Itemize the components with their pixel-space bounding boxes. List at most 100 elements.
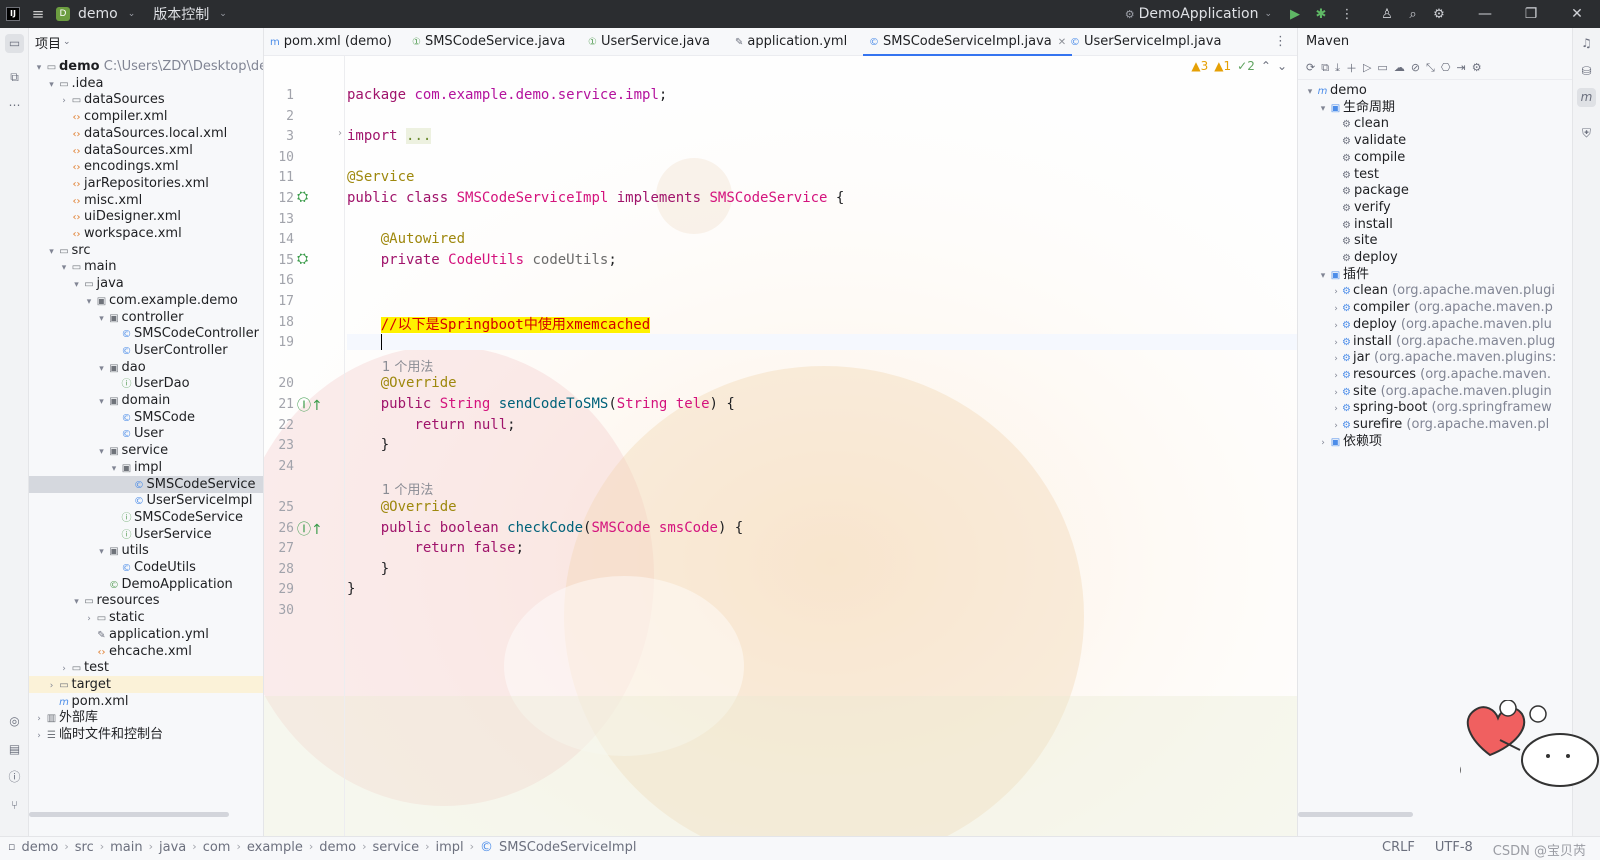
code-line[interactable]: public boolean checkCode(SMSCode smsCode… bbox=[347, 520, 744, 536]
implements-method-icon[interactable]: Ⓘ↑ bbox=[297, 395, 323, 415]
spring-bean-icon[interactable]: ⛭ bbox=[297, 189, 308, 205]
maven-tree-item[interactable]: ▾ ▣ 生命周期 bbox=[1298, 99, 1395, 116]
breadcrumb-item[interactable]: SMSCodeServiceImpl bbox=[499, 840, 636, 855]
project-tree-item[interactable]: ▾ ▣ utils bbox=[29, 542, 263, 559]
code-line[interactable]: private CodeUtils codeUtils; bbox=[347, 252, 617, 268]
minimize-button[interactable]: — bbox=[1462, 6, 1508, 22]
maven-tree-item[interactable]: › ⚙ spring-boot (org.springframew bbox=[1298, 399, 1552, 416]
project-tree-item[interactable]: ▾ ▣ domain bbox=[29, 392, 263, 409]
project-tree-item[interactable]: ▾ ▣ controller bbox=[29, 309, 263, 326]
breadcrumb-item[interactable]: service bbox=[373, 840, 420, 855]
breadcrumb-item[interactable]: com bbox=[203, 840, 231, 855]
show-deps-icon[interactable]: ⎔ bbox=[1441, 61, 1451, 74]
breadcrumb-item[interactable]: java bbox=[159, 840, 186, 855]
project-tree-item[interactable]: › ▥ 外部库 bbox=[29, 709, 263, 726]
offline-icon[interactable]: ☁ bbox=[1394, 61, 1405, 74]
project-tree-item[interactable]: © SMSCodeService bbox=[29, 475, 263, 493]
project-tree-item[interactable]: © SMSCode bbox=[29, 409, 263, 426]
code-line[interactable]: } bbox=[347, 561, 389, 577]
breadcrumb-item[interactable]: impl bbox=[436, 840, 464, 855]
more-icon[interactable]: ⋮ bbox=[1334, 7, 1360, 22]
code-line[interactable]: @Override bbox=[347, 375, 457, 391]
inspection-widget[interactable]: ▲3 ▲1 ✓2 ⌃ ⌄ bbox=[1191, 59, 1287, 73]
notifications-icon[interactable]: ♫ bbox=[1577, 34, 1596, 53]
project-tool-icon[interactable]: ▭ bbox=[5, 34, 24, 53]
maven-tree-item[interactable]: ⚙ validate bbox=[1298, 132, 1406, 149]
structure-tool-icon[interactable]: ⧉ bbox=[5, 68, 24, 87]
maven-tree-item[interactable]: › ⚙ deploy (org.apache.maven.plu bbox=[1298, 316, 1552, 333]
chevron-icon[interactable]: › bbox=[1317, 435, 1329, 452]
project-tree-item[interactable]: › ▭ target bbox=[29, 675, 263, 693]
maven-tree-item[interactable]: ⚙ test bbox=[1298, 166, 1379, 183]
project-tree-item[interactable]: ▾ ▣ dao bbox=[29, 359, 263, 376]
breadcrumb-item[interactable]: demo bbox=[319, 840, 356, 855]
project-tree-item[interactable]: ‹› workspace.xml bbox=[29, 225, 263, 242]
code-line[interactable]: //以下是Springboot中使用xmemcached bbox=[347, 314, 651, 334]
project-tree-item[interactable]: ⓘ SMSCodeService bbox=[29, 509, 263, 526]
code-line[interactable]: import ... bbox=[347, 128, 432, 145]
project-tree-item[interactable]: ▾ ▭ demo C:\Users\ZDY\Desktop\de bbox=[29, 58, 263, 75]
code-line[interactable]: } bbox=[347, 581, 355, 597]
maven-tree-item[interactable]: › ⚙ resources (org.apache.maven. bbox=[1298, 366, 1551, 383]
toggle-icon[interactable]: ▭ bbox=[1377, 61, 1387, 74]
add-icon[interactable]: ＋ bbox=[1346, 60, 1357, 76]
project-tree-item[interactable]: © SMSCodeController bbox=[29, 325, 263, 342]
chevron-icon[interactable]: › bbox=[33, 728, 45, 745]
collapse-icon[interactable]: ⤡ bbox=[1426, 61, 1435, 75]
code-line[interactable]: public class SMSCodeServiceImpl implemen… bbox=[347, 190, 844, 206]
code-line[interactable]: public String sendCodeToSMS(String tele)… bbox=[347, 396, 735, 412]
more-tools-icon[interactable]: ⋯ bbox=[5, 96, 24, 115]
breadcrumb-item[interactable]: example bbox=[247, 840, 303, 855]
project-tree-item[interactable]: ▾ ▣ com.example.demo bbox=[29, 292, 263, 309]
database-icon[interactable]: ⛁ bbox=[1577, 62, 1596, 81]
project-tree-item[interactable]: ▾ ▭ src bbox=[29, 242, 263, 259]
editor-tab[interactable]: ① UserService.java bbox=[588, 28, 710, 56]
project-tree-item[interactable]: © CodeUtils bbox=[29, 559, 263, 576]
project-tree-item[interactable]: ▾ ▭ main bbox=[29, 258, 263, 275]
maven-settings-icon[interactable]: ⚙ bbox=[1472, 61, 1482, 74]
project-tree-item[interactable]: ‹› encodings.xml bbox=[29, 158, 263, 175]
user-icon[interactable]: ♙ bbox=[1374, 7, 1400, 22]
encoding-indicator[interactable]: UTF-8 bbox=[1435, 840, 1473, 859]
project-hscroll[interactable] bbox=[29, 812, 229, 817]
project-tree-item[interactable]: ▾ ▭ .idea bbox=[29, 75, 263, 92]
project-tree-item[interactable]: › ▭ test bbox=[29, 659, 263, 676]
next-highlight-icon[interactable]: ⌄ bbox=[1277, 59, 1287, 73]
maven-tree-item[interactable]: ⚙ compile bbox=[1298, 149, 1405, 166]
terminal-tool-icon[interactable]: ▤ bbox=[5, 740, 24, 759]
usage-hint[interactable]: 1 个用法 bbox=[382, 356, 433, 375]
project-tree-item[interactable]: ‹› compiler.xml bbox=[29, 108, 263, 125]
project-tree-item[interactable]: © DemoApplication bbox=[29, 576, 263, 593]
breadcrumb-item[interactable]: src bbox=[75, 840, 94, 855]
fold-icon[interactable]: › bbox=[338, 128, 342, 139]
project-tree-item[interactable]: ⓘ UserService bbox=[29, 526, 263, 543]
editor-tab[interactable]: © SMSCodeServiceImpl.java ✕ bbox=[863, 28, 1073, 56]
maximize-button[interactable]: ❐ bbox=[1508, 6, 1554, 22]
project-tree-item[interactable]: ‹› dataSources.local.xml bbox=[29, 125, 263, 142]
skip-tests-icon[interactable]: ⊘ bbox=[1411, 61, 1420, 74]
security-icon[interactable]: ⛨ bbox=[1577, 124, 1596, 143]
project-tree-item[interactable]: ▾ ▭ java bbox=[29, 275, 263, 292]
project-tree-item[interactable]: › ▭ static bbox=[29, 609, 263, 626]
editor-tab[interactable]: ✎ application.yml bbox=[735, 28, 847, 56]
project-tree-item[interactable]: ▾ ▣ impl bbox=[29, 459, 263, 476]
maven-tree-item[interactable]: ▾ ▣ 插件 bbox=[1298, 266, 1369, 283]
debug-icon[interactable]: ✱ bbox=[1308, 7, 1334, 22]
vcs-menu[interactable]: 版本控制 bbox=[153, 4, 209, 24]
code-line[interactable]: } bbox=[347, 437, 389, 453]
maven-tree-item[interactable]: › ⚙ clean (org.apache.maven.plugi bbox=[1298, 282, 1555, 299]
project-panel-header[interactable]: 项目 ⌄ bbox=[29, 28, 263, 56]
project-tree-item[interactable]: ‹› jarRepositories.xml bbox=[29, 175, 263, 192]
code-line[interactable]: @Service bbox=[347, 169, 414, 185]
breadcrumb-item[interactable]: demo bbox=[21, 840, 58, 855]
project-tree-item[interactable]: ✎ application.yml bbox=[29, 626, 263, 643]
expand-icon[interactable]: ⇥ bbox=[1456, 61, 1465, 74]
maven-tree-item[interactable]: ⚙ verify bbox=[1298, 199, 1391, 216]
prev-highlight-icon[interactable]: ⌃ bbox=[1261, 59, 1271, 73]
generate-sources-icon[interactable]: ⧉ bbox=[1321, 61, 1329, 75]
run-config-selector[interactable]: ⚙ DemoApplication ⌄ bbox=[1125, 6, 1272, 22]
project-tree-item[interactable]: ▾ ▣ service bbox=[29, 442, 263, 459]
line-separator-indicator[interactable]: CRLF bbox=[1382, 840, 1415, 859]
implements-method-icon[interactable]: Ⓘ↑ bbox=[297, 519, 323, 539]
run-goal-icon[interactable]: ▷ bbox=[1363, 61, 1371, 74]
